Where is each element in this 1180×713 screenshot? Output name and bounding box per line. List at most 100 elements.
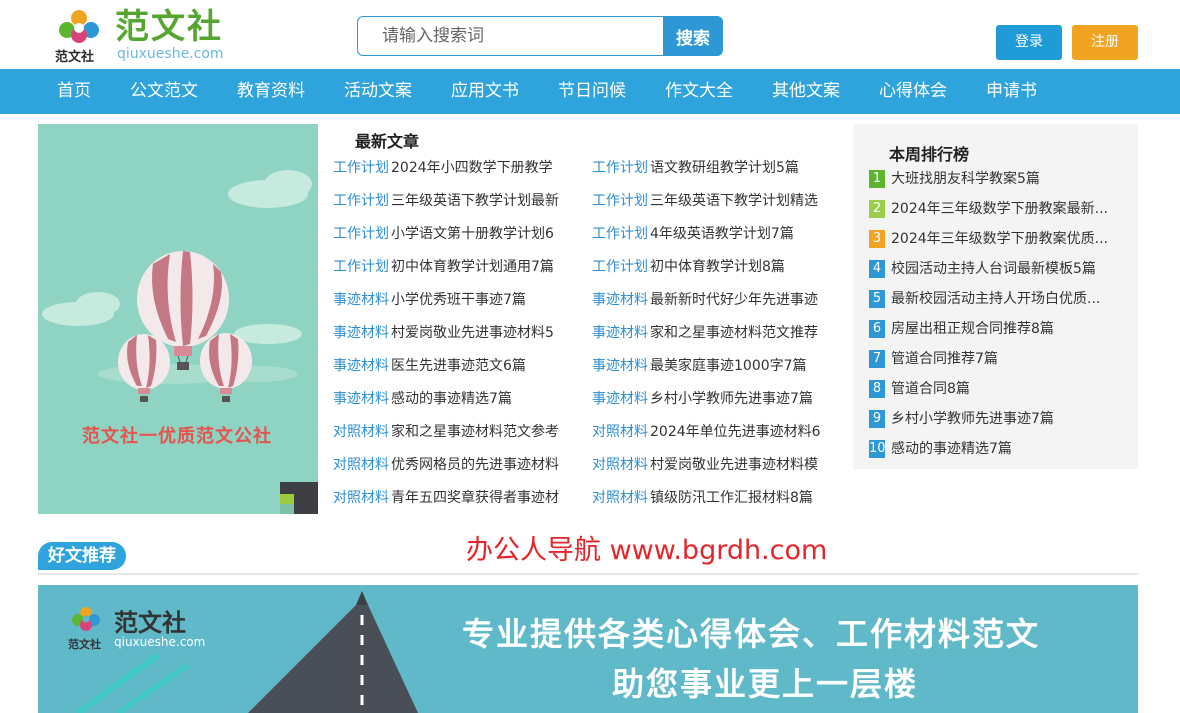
article-category-link[interactable]: 事迹材料: [333, 358, 389, 374]
article-title-link[interactable]: 家和之星事迹材料范文参考: [391, 424, 559, 440]
article-category-link[interactable]: 工作计划: [333, 259, 389, 275]
article-title-link[interactable]: 初中体育教学计划通用7篇: [391, 259, 554, 275]
ranking-item[interactable]: 10 感动的事迹精选7篇: [869, 439, 1124, 459]
promo-banner[interactable]: 范文社 范文社 qiuxueshe.com 专业提供各类心得体会、工作材料范文 …: [38, 585, 1138, 713]
ranking-title-link[interactable]: 2024年三年级数学下册教案优质...: [891, 231, 1108, 247]
ranking-title-link[interactable]: 管道合同8篇: [891, 381, 970, 397]
ranking-title-link[interactable]: 乡村小学教师先进事迹7篇: [891, 411, 1054, 427]
article-title-link[interactable]: 三年级英语下教学计划最新: [391, 193, 559, 209]
article-category-link[interactable]: 对照材料: [333, 490, 389, 506]
article-title-link[interactable]: 医生先进事迹范文6篇: [391, 358, 526, 374]
hero-banner[interactable]: 范文社一优质范文公社: [38, 124, 318, 514]
nav-item-education[interactable]: 教育资料: [237, 69, 305, 114]
latest-article-item[interactable]: 工作计划 初中体育教学计划8篇: [592, 253, 836, 281]
article-category-link[interactable]: 对照材料: [592, 457, 648, 473]
ranking-item[interactable]: 9 乡村小学教师先进事迹7篇: [869, 409, 1124, 429]
article-title-link[interactable]: 感动的事迹精选7篇: [391, 391, 512, 407]
article-category-link[interactable]: 工作计划: [333, 160, 389, 176]
article-category-link[interactable]: 事迹材料: [333, 325, 389, 341]
latest-article-item[interactable]: 事迹材料 家和之星事迹材料范文推荐: [592, 319, 836, 347]
site-logo[interactable]: 范文社 范文社 qiuxueshe.com: [55, 8, 235, 65]
ranking-title-link[interactable]: 房屋出租正规合同推荐8篇: [891, 321, 1054, 337]
ranking-item[interactable]: 7 管道合同推荐7篇: [869, 349, 1124, 369]
latest-article-item[interactable]: 对照材料 家和之星事迹材料范文参考: [333, 418, 577, 446]
latest-article-item[interactable]: 对照材料 2024年单位先进事迹材料6: [592, 418, 836, 446]
article-category-link[interactable]: 事迹材料: [592, 325, 648, 341]
article-category-link[interactable]: 事迹材料: [333, 391, 389, 407]
nav-item-other[interactable]: 其他文案: [772, 69, 840, 114]
search-input[interactable]: [357, 16, 663, 56]
latest-article-item[interactable]: 工作计划 三年级英语下教学计划最新: [333, 187, 577, 215]
latest-article-item[interactable]: 工作计划 语文教研组教学计划5篇: [592, 154, 836, 182]
article-title-link[interactable]: 乡村小学教师先进事迹7篇: [650, 391, 813, 407]
article-title-link[interactable]: 2024年单位先进事迹材料6: [650, 424, 821, 440]
article-category-link[interactable]: 事迹材料: [592, 292, 648, 308]
latest-article-item[interactable]: 工作计划 小学语文第十册教学计划6: [333, 220, 577, 248]
latest-article-item[interactable]: 对照材料 镇级防汛工作汇报材料8篇: [592, 484, 836, 512]
article-category-link[interactable]: 对照材料: [333, 457, 389, 473]
ranking-item[interactable]: 6 房屋出租正规合同推荐8篇: [869, 319, 1124, 339]
search-button[interactable]: 搜索: [663, 16, 723, 56]
latest-article-item[interactable]: 事迹材料 村爱岗敬业先进事迹材料5: [333, 319, 577, 347]
article-category-link[interactable]: 工作计划: [592, 259, 648, 275]
article-title-link[interactable]: 家和之星事迹材料范文推荐: [650, 325, 818, 341]
ranking-item[interactable]: 3 2024年三年级数学下册教案优质...: [869, 229, 1124, 249]
latest-article-item[interactable]: 事迹材料 医生先进事迹范文6篇: [333, 352, 577, 380]
ranking-title-link[interactable]: 大班找朋友科学教案5篇: [891, 171, 1040, 187]
article-category-link[interactable]: 对照材料: [592, 490, 648, 506]
ranking-item[interactable]: 8 管道合同8篇: [869, 379, 1124, 399]
nav-item-activity[interactable]: 活动文案: [344, 69, 412, 114]
ranking-title-link[interactable]: 管道合同推荐7篇: [891, 351, 998, 367]
article-title-link[interactable]: 镇级防汛工作汇报材料8篇: [650, 490, 813, 506]
article-category-link[interactable]: 工作计划: [592, 226, 648, 242]
ranking-title-link[interactable]: 校园活动主持人台词最新模板5篇: [891, 261, 1096, 277]
ranking-item[interactable]: 5 最新校园活动主持人开场白优质...: [869, 289, 1124, 309]
article-category-link[interactable]: 对照材料: [333, 424, 389, 440]
ranking-item[interactable]: 4 校园活动主持人台词最新模板5篇: [869, 259, 1124, 279]
article-category-link[interactable]: 事迹材料: [592, 391, 648, 407]
article-title-link[interactable]: 小学语文第十册教学计划6: [391, 226, 554, 242]
latest-article-item[interactable]: 事迹材料 最新新时代好少年先进事迹: [592, 286, 836, 314]
ranking-title-link[interactable]: 感动的事迹精选7篇: [891, 441, 1012, 457]
article-category-link[interactable]: 工作计划: [333, 193, 389, 209]
nav-item-official[interactable]: 公文范文: [130, 69, 198, 114]
article-title-link[interactable]: 初中体育教学计划8篇: [650, 259, 785, 275]
article-title-link[interactable]: 村爱岗敬业先进事迹材料5: [391, 325, 554, 341]
article-category-link[interactable]: 对照材料: [592, 424, 648, 440]
article-title-link[interactable]: 青年五四奖章获得者事迹材: [391, 490, 559, 506]
latest-article-item[interactable]: 工作计划 2024年小四数学下册教学: [333, 154, 577, 182]
latest-article-item[interactable]: 事迹材料 最美家庭事迹1000字7篇: [592, 352, 836, 380]
nav-item-experience[interactable]: 心得体会: [879, 69, 947, 114]
latest-article-item[interactable]: 对照材料 优秀网格员的先进事迹材料: [333, 451, 577, 479]
register-button[interactable]: 注册: [1072, 25, 1138, 60]
ranking-item[interactable]: 1 大班找朋友科学教案5篇: [869, 169, 1124, 189]
nav-item-application[interactable]: 申请书: [986, 69, 1037, 114]
ranking-title-link[interactable]: 最新校园活动主持人开场白优质...: [891, 291, 1100, 307]
article-title-link[interactable]: 最美家庭事迹1000字7篇: [650, 358, 807, 374]
article-title-link[interactable]: 4年级英语教学计划7篇: [650, 226, 794, 242]
article-title-link[interactable]: 三年级英语下教学计划精选: [650, 193, 818, 209]
latest-article-item[interactable]: 工作计划 三年级英语下教学计划精选: [592, 187, 836, 215]
article-category-link[interactable]: 工作计划: [592, 160, 648, 176]
latest-article-item[interactable]: 工作计划 4年级英语教学计划7篇: [592, 220, 836, 248]
article-title-link[interactable]: 2024年小四数学下册教学: [391, 160, 553, 176]
article-title-link[interactable]: 最新新时代好少年先进事迹: [650, 292, 818, 308]
article-category-link[interactable]: 工作计划: [333, 226, 389, 242]
latest-article-item[interactable]: 事迹材料 乡村小学教师先进事迹7篇: [592, 385, 836, 413]
latest-article-item[interactable]: 事迹材料 感动的事迹精选7篇: [333, 385, 577, 413]
nav-item-documents[interactable]: 应用文书: [451, 69, 519, 114]
ranking-item[interactable]: 2 2024年三年级数学下册教案最新...: [869, 199, 1124, 219]
latest-article-item[interactable]: 事迹材料 小学优秀班干事迹7篇: [333, 286, 577, 314]
latest-article-item[interactable]: 对照材料 青年五四奖章获得者事迹材: [333, 484, 577, 512]
article-category-link[interactable]: 事迹材料: [592, 358, 648, 374]
nav-item-essay[interactable]: 作文大全: [665, 69, 733, 114]
article-title-link[interactable]: 语文教研组教学计划5篇: [650, 160, 799, 176]
article-title-link[interactable]: 优秀网格员的先进事迹材料: [391, 457, 559, 473]
ranking-title-link[interactable]: 2024年三年级数学下册教案最新...: [891, 201, 1108, 217]
article-title-link[interactable]: 村爱岗敬业先进事迹材料模: [650, 457, 818, 473]
article-title-link[interactable]: 小学优秀班干事迹7篇: [391, 292, 526, 308]
latest-article-item[interactable]: 对照材料 村爱岗敬业先进事迹材料模: [592, 451, 836, 479]
login-button[interactable]: 登录: [996, 25, 1062, 60]
nav-item-holiday[interactable]: 节日问候: [558, 69, 626, 114]
latest-article-item[interactable]: 工作计划 初中体育教学计划通用7篇: [333, 253, 577, 281]
